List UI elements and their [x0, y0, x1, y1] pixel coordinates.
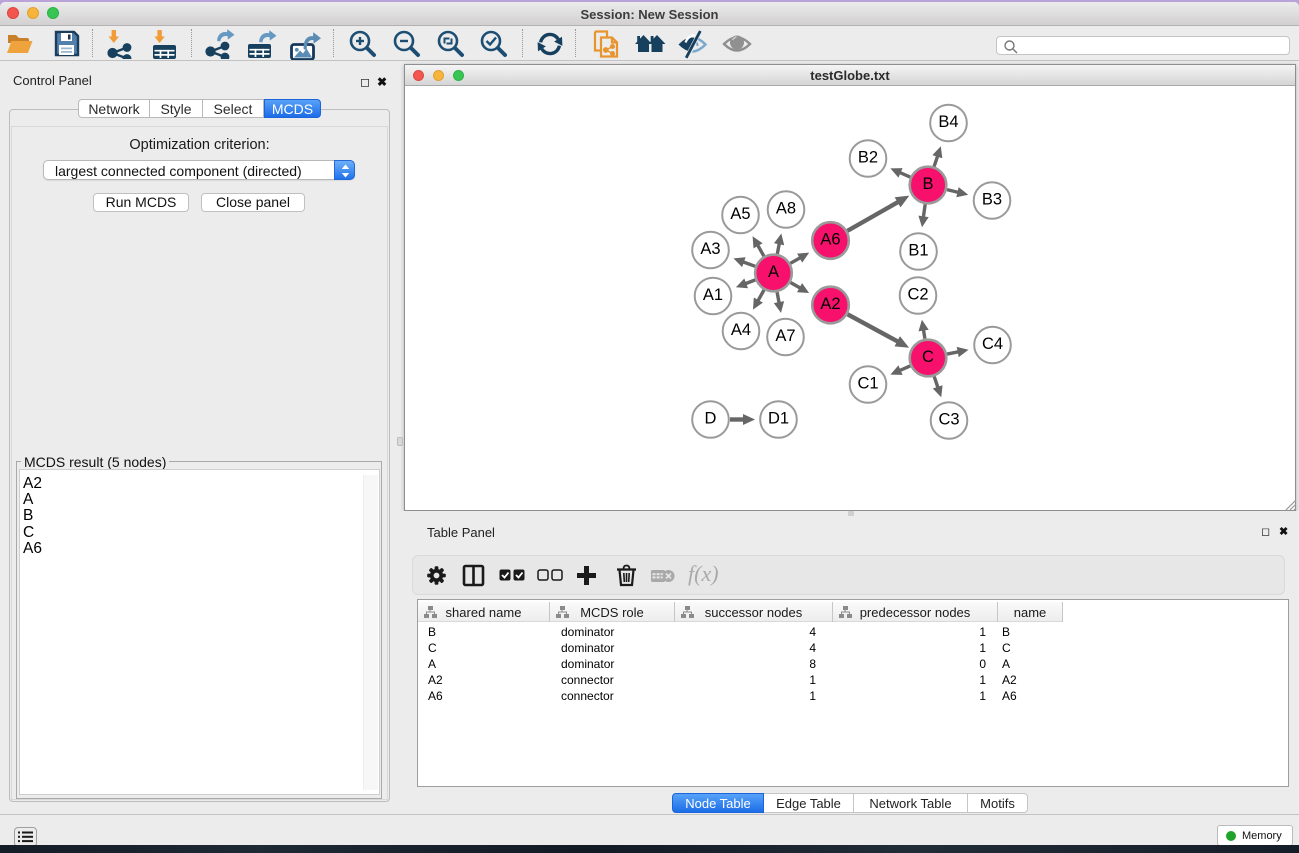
svg-text:A2: A2 — [820, 295, 840, 313]
svg-text:A3: A3 — [700, 240, 720, 258]
svg-text:C4: C4 — [982, 335, 1003, 353]
svg-text:B4: B4 — [938, 113, 958, 131]
svg-text:D1: D1 — [768, 410, 789, 428]
svg-text:A8: A8 — [776, 200, 796, 218]
svg-text:C1: C1 — [857, 375, 878, 393]
svg-text:B3: B3 — [982, 191, 1002, 209]
svg-text:B2: B2 — [858, 149, 878, 167]
svg-text:A7: A7 — [775, 327, 795, 345]
svg-text:C2: C2 — [907, 286, 928, 304]
svg-text:C: C — [922, 348, 934, 366]
svg-text:D: D — [705, 410, 717, 428]
svg-text:A6: A6 — [820, 231, 840, 249]
svg-text:A1: A1 — [703, 286, 723, 304]
svg-text:B: B — [922, 175, 933, 193]
svg-text:A: A — [768, 263, 779, 281]
svg-text:A4: A4 — [731, 321, 751, 339]
svg-text:A5: A5 — [730, 205, 750, 223]
svg-text:C3: C3 — [938, 411, 959, 429]
svg-text:B1: B1 — [908, 242, 928, 260]
